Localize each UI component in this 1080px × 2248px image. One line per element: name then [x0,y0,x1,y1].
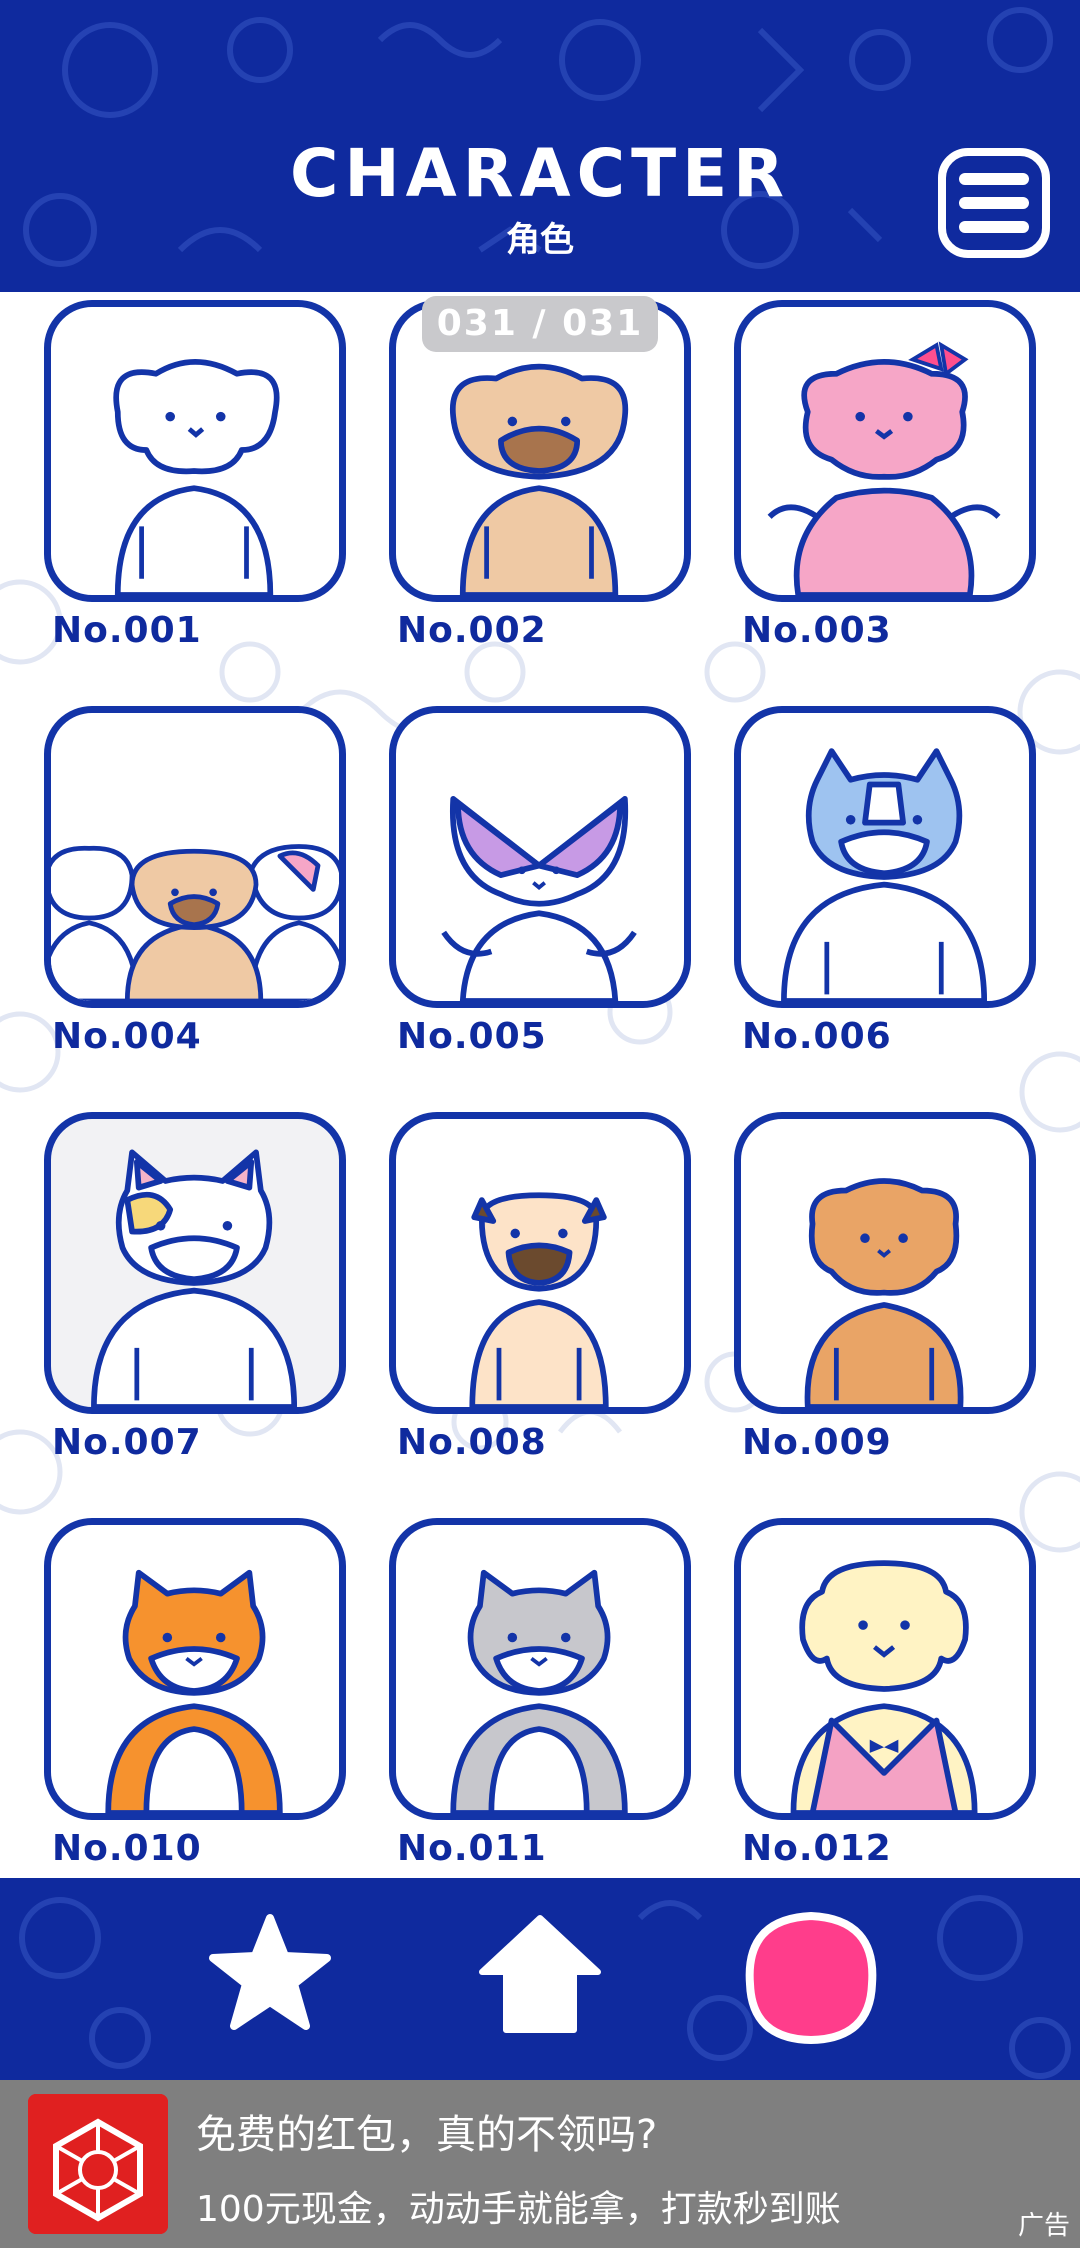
french-bulldog-icon [91,1149,298,1407]
character-card-009[interactable] [734,1112,1036,1414]
character-label: No.005 [397,1016,547,1057]
character-card-008[interactable] [389,1112,691,1414]
grey-shiba-inu-icon [450,1569,628,1813]
brown-pekingese-dog-icon [804,1178,964,1407]
character-label: No.004 [52,1016,202,1057]
character-grid: 031 / 031 No.001 No.002 No.003 No.004 No… [0,292,1080,1878]
ad-app-logo[interactable] [28,2094,168,2234]
home-icon [479,1915,601,2033]
blue-boston-terrier-icon [781,748,988,1001]
page-counter: 031 / 031 [422,296,658,352]
pink-character-icon [745,1911,877,2045]
character-card-005[interactable] [389,706,691,1008]
character-card-001[interactable] [44,300,346,602]
character-label: No.010 [52,1828,202,1869]
ad-description: 100元现金，动动手就能拿，打款秒到账 [196,2189,841,2230]
favorites-button[interactable] [205,1910,335,2040]
character-card-006[interactable] [734,706,1036,1008]
character-label: No.003 [742,610,892,651]
character-card-007[interactable] [44,1112,346,1414]
character-label: No.006 [742,1016,892,1057]
character-card-004[interactable] [44,706,346,1008]
character-card-011[interactable] [389,1518,691,1820]
menu-icon-bar [959,221,1029,233]
star-icon [209,1914,331,2030]
character-button[interactable] [740,1904,882,2046]
character-label: No.012 [742,1828,892,1869]
character-card-012[interactable] [734,1518,1036,1820]
ad-title: 免费的红包，真的不领吗? [196,2112,658,2158]
character-label: No.002 [397,610,547,651]
character-label: No.008 [397,1422,547,1463]
three-puppies-group-icon [51,844,339,1001]
ad-banner[interactable]: 免费的红包，真的不领吗? 100元现金，动动手就能拿，打款秒到账 广告 [0,2080,1080,2248]
menu-icon-bar [959,197,1029,209]
character-label: No.011 [397,1828,547,1869]
menu-button[interactable] [938,148,1050,258]
orange-shiba-inu-icon [105,1569,283,1813]
character-label: No.007 [52,1422,202,1463]
ad-tag: 广告 [1017,2211,1070,2241]
home-button[interactable] [478,1910,602,2038]
character-card-003[interactable] [734,300,1036,602]
character-card-010[interactable] [44,1518,346,1820]
page-subtitle: 角色 [506,220,574,260]
black-mask-pug-icon [469,1192,609,1407]
pink-poodle-dog-icon [767,341,1001,595]
white-maltese-dog-icon [113,358,280,595]
menu-icon-bar [959,173,1029,185]
character-label: No.009 [742,1422,892,1463]
papillon-dog-icon [441,795,637,1001]
bottom-navigation [0,1878,1080,2080]
character-label: No.001 [52,610,202,651]
header: CHARACTER 角色 [0,0,1080,292]
page-title: CHARACTER [289,135,790,212]
golden-retriever-vest-icon [790,1560,978,1813]
pinduoduo-logo-icon [28,2094,168,2234]
